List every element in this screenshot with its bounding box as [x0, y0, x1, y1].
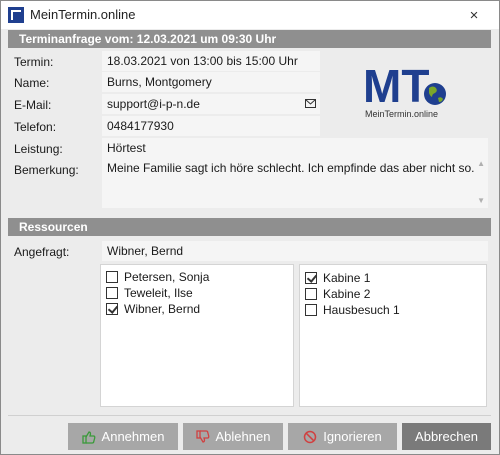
accept-button[interactable]: Annehmen [68, 423, 178, 450]
rooms-list[interactable]: Kabine 1 Kabine 2 Hausbesuch 1 [299, 264, 487, 407]
checkbox[interactable] [305, 304, 317, 316]
termin-label: Termin: [14, 55, 54, 69]
dialog-window: MeinTermin.online × Terminanfrage vom: 1… [0, 0, 500, 455]
list-item[interactable]: Hausbesuch 1 [305, 302, 400, 318]
close-icon: × [469, 6, 479, 24]
leistung-field[interactable]: Hörtest [102, 138, 488, 158]
list-item[interactable]: Kabine 1 [305, 270, 370, 286]
requested-field: Wibner, Bernd [102, 241, 488, 261]
staff-list[interactable]: Petersen, Sonja Teweleit, Ilse Wibner, B… [100, 264, 294, 407]
list-item-label: Kabine 1 [323, 271, 371, 285]
list-item-label: Wibner, Bernd [124, 302, 201, 316]
telefon-label: Telefon: [14, 120, 57, 134]
scroll-down-icon[interactable]: ▼ [477, 196, 485, 205]
list-item[interactable]: Petersen, Sonja [106, 269, 209, 285]
name-field[interactable]: Burns, Montgomery [102, 72, 320, 92]
logo-text: MT [363, 60, 429, 112]
list-item-label: Teweleit, Ilse [124, 286, 193, 300]
bemerkung-textarea[interactable]: Meine Familie sagt ich höre schlecht. Ic… [102, 156, 488, 208]
leistung-label: Leistung: [14, 142, 63, 156]
bemerkung-text: Meine Familie sagt ich höre schlecht. Ic… [107, 161, 475, 175]
prohibited-icon [303, 430, 317, 443]
email-value: support@i-p-n.de [107, 97, 200, 111]
requested-label: Angefragt: [14, 245, 70, 259]
checkbox[interactable] [106, 271, 118, 283]
list-item-label: Hausbesuch 1 [323, 303, 400, 317]
close-button[interactable]: × [457, 3, 491, 27]
button-divider [8, 415, 491, 416]
list-item-label: Petersen, Sonja [124, 270, 210, 284]
cancel-label: Abbrechen [415, 429, 478, 444]
email-field[interactable]: support@i-p-n.de [102, 94, 320, 114]
email-label: E-Mail: [14, 98, 52, 112]
window-title: MeinTermin.online [30, 7, 136, 22]
request-header: Terminanfrage vom: 12.03.2021 um 09:30 U… [8, 30, 491, 48]
app-icon [8, 7, 24, 23]
bemerkung-label: Bemerkung: [14, 163, 79, 177]
checkbox[interactable] [106, 287, 118, 299]
list-item[interactable]: Teweleit, Ilse [106, 285, 193, 301]
checkbox[interactable] [106, 303, 118, 315]
accept-label: Annehmen [101, 429, 165, 444]
termin-field[interactable]: 18.03.2021 von 13:00 bis 15:00 Uhr [102, 51, 320, 71]
resources-header: Ressourcen [8, 218, 491, 236]
checkbox[interactable] [305, 272, 317, 284]
thumbs-up-icon [81, 430, 95, 444]
cancel-button[interactable]: Abbrechen [402, 423, 491, 450]
scroll-up-icon[interactable]: ▲ [477, 159, 485, 168]
list-item[interactable]: Wibner, Bernd [106, 301, 200, 317]
checkbox[interactable] [305, 288, 317, 300]
logo-subtitle: MeinTermin.online [365, 109, 439, 119]
ignore-label: Ignorieren [323, 429, 382, 444]
ignore-button[interactable]: Ignorieren [288, 423, 397, 450]
name-label: Name: [14, 76, 50, 90]
list-item[interactable]: Kabine 2 [305, 286, 370, 302]
telefon-field[interactable]: 0484177930 [102, 116, 320, 136]
title-bar[interactable]: MeinTermin.online × [1, 1, 499, 29]
decline-button[interactable]: Ablehnen [183, 423, 283, 450]
decline-label: Ablehnen [215, 429, 271, 444]
mail-icon[interactable] [305, 99, 316, 108]
list-item-label: Kabine 2 [323, 287, 371, 301]
thumbs-down-icon [195, 429, 209, 443]
